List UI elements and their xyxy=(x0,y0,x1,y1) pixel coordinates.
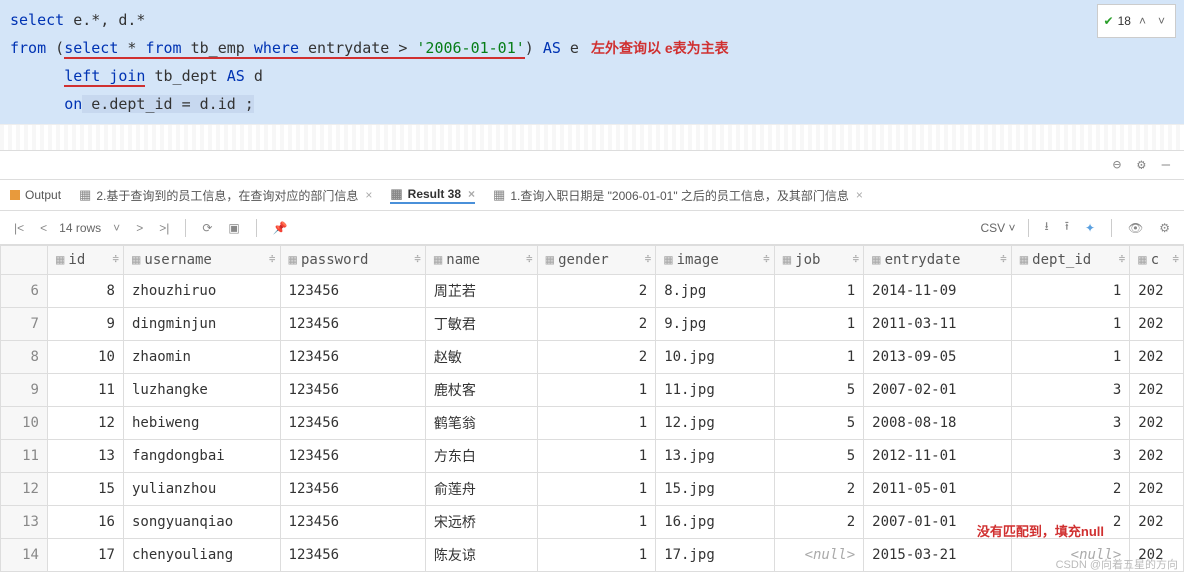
sql-editor[interactable]: ✔ 18 ˄ ˅ select e.*, d.*from (select * f… xyxy=(0,0,1184,124)
table-row[interactable]: 1012hebiweng123456鹤笔翁112.jpg52008-08-183… xyxy=(1,407,1184,440)
prev-page-icon[interactable]: < xyxy=(36,219,51,237)
column-header-username[interactable]: ▦username≑ xyxy=(123,246,280,275)
column-header-gender[interactable]: ▦gender≑ xyxy=(537,246,656,275)
upload-icon[interactable]: ⭱ xyxy=(1061,215,1073,240)
grid-icon: ▦ xyxy=(493,187,505,203)
table-row[interactable]: 1113fangdongbai123456方东白113.jpg52012-11-… xyxy=(1,440,1184,473)
null-annotation: 没有匹配到，填充null xyxy=(977,521,1104,540)
result-tabs: Output ▦ 2.基于查询到的员工信息，在查询对应的部门信息 × ▦ Res… xyxy=(0,179,1184,211)
column-header-dept_id[interactable]: ▦dept_id≑ xyxy=(1011,246,1130,275)
rows-count[interactable]: 14 rows xyxy=(59,221,101,235)
table-row[interactable]: 1215yulianzhou123456俞莲舟115.jpg22011-05-0… xyxy=(1,473,1184,506)
table-row[interactable]: 79dingminjun123456丁敏君29.jpg12011-03-1112… xyxy=(1,308,1184,341)
table-row[interactable]: 1417chenyouliang123456陈友谅117.jpg<null>20… xyxy=(1,539,1184,572)
tab-query-2[interactable]: ▦ 1.查询入职日期是 "2006-01-01" 之后的员工信息，及其部门信息 … xyxy=(493,187,863,204)
tab-result-label: Result 38 xyxy=(408,187,461,201)
dropdown-icon[interactable]: ˅ xyxy=(109,219,124,237)
close-icon[interactable]: × xyxy=(468,187,475,201)
settings-icon[interactable]: ⚙ xyxy=(1155,219,1174,237)
minus-icon[interactable]: — xyxy=(1158,155,1174,175)
grid-toolbar: |< < 14 rows ˅ > >| ⟳ ▣ 📌 CSV ˅ ⭳ ⭱ ✦ 👁 … xyxy=(0,211,1184,245)
export-format-select[interactable]: CSV ˅ xyxy=(981,221,1016,235)
last-page-icon[interactable]: >| xyxy=(155,219,173,237)
tab-query-1-label: 2.基于查询到的员工信息，在查询对应的部门信息 xyxy=(96,187,358,204)
column-header-job[interactable]: ▦job≑ xyxy=(774,246,863,275)
refresh-icon[interactable]: ⟳ xyxy=(198,219,216,237)
table-row[interactable]: 810zhaomin123456赵敏210.jpg12013-09-051202 xyxy=(1,341,1184,374)
output-icon xyxy=(10,190,20,200)
column-header-name[interactable]: ▦name≑ xyxy=(425,246,537,275)
table-row[interactable]: 68zhouzhiruo123456周芷若28.jpg12014-11-0912… xyxy=(1,275,1184,308)
stop-icon[interactable]: ▣ xyxy=(224,219,243,237)
eye-icon[interactable]: 👁 xyxy=(1124,219,1147,237)
sync-icon[interactable]: ✦ xyxy=(1081,219,1099,237)
close-circle-icon[interactable]: ⊖ xyxy=(1109,155,1125,175)
column-header-image[interactable]: ▦image≑ xyxy=(656,246,775,275)
badge-count: 18 xyxy=(1118,7,1131,35)
tab-query-2-label: 1.查询入职日期是 "2006-01-01" 之后的员工信息，及其部门信息 xyxy=(510,187,849,204)
pin-icon[interactable]: 📌 xyxy=(269,219,292,237)
close-icon[interactable]: × xyxy=(856,188,863,202)
tab-output-label: Output xyxy=(25,188,61,202)
result-grid[interactable]: ▦id≑▦username≑▦password≑▦name≑▦gender≑▦i… xyxy=(0,245,1184,572)
results-toolbar-top: ⊖ ⚙ — xyxy=(0,150,1184,179)
inspection-badge[interactable]: ✔ 18 ˄ ˅ xyxy=(1097,4,1176,38)
column-header-entrydate[interactable]: ▦entrydate≑ xyxy=(864,246,1012,275)
column-header-password[interactable]: ▦password≑ xyxy=(280,246,425,275)
tab-query-1[interactable]: ▦ 2.基于查询到的员工信息，在查询对应的部门信息 × xyxy=(79,187,372,204)
grid-icon: ▦ xyxy=(390,186,402,202)
grid-icon: ▦ xyxy=(79,187,91,203)
chevron-up-icon[interactable]: ˄ xyxy=(1135,7,1150,35)
column-header-c[interactable]: ▦c≑ xyxy=(1130,246,1184,275)
tab-result-38[interactable]: ▦ Result 38 × xyxy=(390,186,475,204)
download-icon[interactable]: ⭳ xyxy=(1041,215,1053,240)
gear-icon[interactable]: ⚙ xyxy=(1133,155,1149,175)
close-icon[interactable]: × xyxy=(365,188,372,202)
column-header-id[interactable]: ▦id≑ xyxy=(47,246,123,275)
tab-output[interactable]: Output xyxy=(10,188,61,202)
editor-gutter xyxy=(0,124,1184,150)
table-row[interactable]: 911luzhangke123456鹿杖客111.jpg52007-02-013… xyxy=(1,374,1184,407)
watermark: CSDN @向着五星的方向 xyxy=(1056,556,1178,572)
check-icon: ✔ xyxy=(1104,7,1114,35)
first-page-icon[interactable]: |< xyxy=(10,219,28,237)
next-page-icon[interactable]: > xyxy=(132,219,147,237)
chevron-down-icon[interactable]: ˅ xyxy=(1154,7,1169,35)
